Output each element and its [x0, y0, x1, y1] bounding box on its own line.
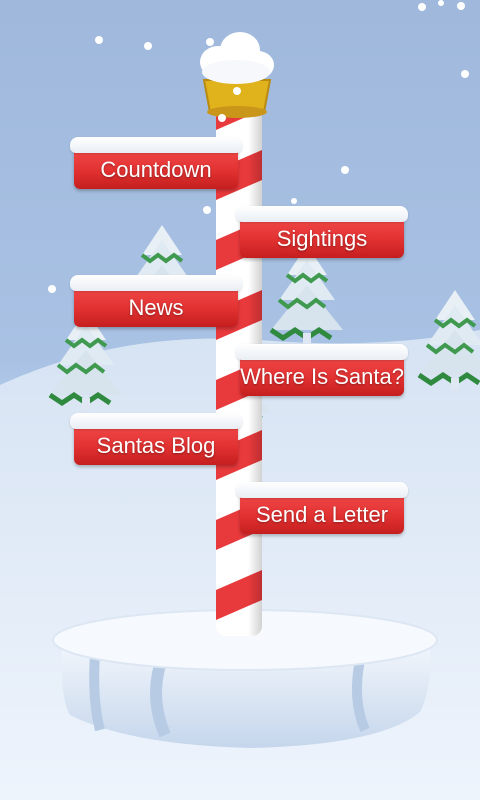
sightings-label: Sightings: [276, 226, 368, 251]
background-art: [0, 0, 480, 800]
pine-tree-icon: [271, 245, 343, 345]
sign-snow-cap: [70, 137, 242, 153]
sign-snow-cap: [70, 413, 242, 429]
sign-snow-cap: [70, 275, 242, 291]
sign-snow-cap: [236, 344, 408, 360]
where-is-santa-label: Where Is Santa?: [240, 364, 404, 389]
countdown-button[interactable]: Countdown: [70, 137, 242, 191]
sign-snow-cap: [236, 482, 408, 498]
send-a-letter-label: Send a Letter: [255, 502, 389, 527]
sightings-button[interactable]: Sightings: [236, 206, 408, 260]
where-is-santa-button[interactable]: Where Is Santa?: [236, 344, 408, 398]
countdown-label: Countdown: [100, 157, 212, 182]
santas-blog-button[interactable]: Santas Blog: [70, 413, 242, 467]
news-button[interactable]: News: [70, 275, 242, 329]
north-pole-scene: Countdown Sightings News Where Is Santa?…: [0, 0, 480, 800]
santas-blog-label: Santas Blog: [96, 433, 216, 458]
send-a-letter-button[interactable]: Send a Letter: [236, 482, 408, 536]
sign-snow-cap: [236, 206, 408, 222]
news-label: News: [128, 295, 184, 320]
